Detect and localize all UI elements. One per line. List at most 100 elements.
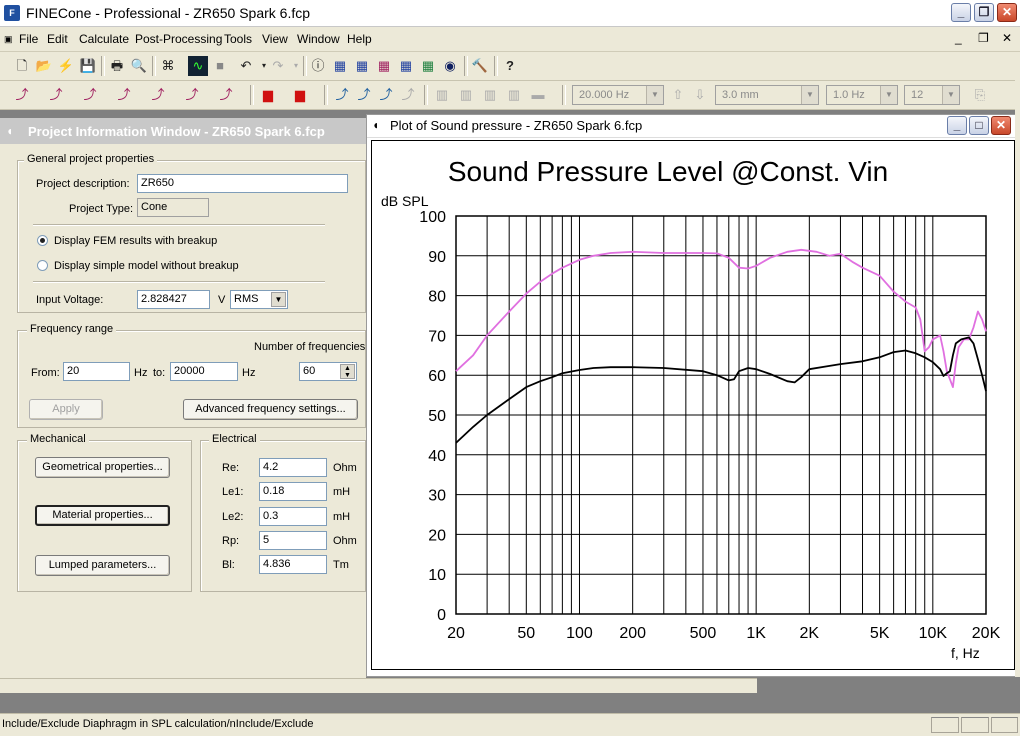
curve-tool-icon[interactable]: ⤴ bbox=[114, 85, 134, 105]
graph-icon[interactable]: ⤴ bbox=[376, 85, 396, 105]
input-voltage-field[interactable]: 2.828427 bbox=[137, 290, 210, 309]
curve-tool-icon[interactable]: ⤴ bbox=[182, 85, 202, 105]
menu-calculate[interactable]: Calculate bbox=[79, 32, 129, 46]
bl-field[interactable]: 4.836 bbox=[259, 555, 327, 574]
project-description-field[interactable]: ZR650 bbox=[137, 174, 348, 193]
curve-tool-icon[interactable]: ⤴ bbox=[216, 85, 236, 105]
zoom-tool-icon[interactable]: ▥ bbox=[480, 85, 500, 105]
rp-field[interactable]: 5 bbox=[259, 531, 327, 550]
bl-unit: Tm bbox=[333, 559, 349, 571]
curve-tool-icon[interactable]: ⤴ bbox=[12, 85, 32, 105]
x-axis-label: f, Hz bbox=[951, 645, 980, 661]
export-icon[interactable]: ⎘ bbox=[970, 85, 990, 105]
radio-simple-model[interactable] bbox=[37, 260, 48, 271]
plot-phase-icon[interactable]: ▦ bbox=[374, 56, 394, 76]
save-icon[interactable]: 💾 bbox=[78, 56, 98, 76]
mesh-icon[interactable]: ⌘ bbox=[158, 56, 178, 76]
chart-title: Sound Pressure Level @Const. Vin bbox=[448, 156, 888, 187]
menu-file[interactable]: File bbox=[19, 32, 38, 46]
to-unit-label: Hz bbox=[242, 367, 256, 379]
plot-directivity-icon[interactable]: ▦ bbox=[396, 56, 416, 76]
hammer-icon[interactable]: 🔨 bbox=[470, 56, 490, 76]
from-unit-label: Hz bbox=[134, 367, 148, 379]
count-combo[interactable]: 12 ▼ bbox=[904, 85, 960, 105]
size-combo[interactable]: 3.0 mm ▼ bbox=[715, 85, 819, 105]
frequency-range-legend: Frequency range bbox=[27, 323, 117, 335]
doc-restore-icon[interactable]: ❐ bbox=[978, 31, 989, 45]
input-voltage-label: Input Voltage: bbox=[36, 294, 104, 306]
color-fill-icon[interactable]: ▆ bbox=[258, 85, 278, 105]
redo-icon[interactable]: ↷ bbox=[268, 56, 288, 76]
spin-arrows-icon[interactable]: ▲ ▼ bbox=[340, 364, 355, 379]
to-field[interactable]: 20000 bbox=[170, 362, 238, 381]
le2-field[interactable]: 0.3 bbox=[259, 507, 327, 526]
menu-help[interactable]: Help bbox=[347, 32, 372, 46]
plot-minimize-icon[interactable]: _ bbox=[947, 116, 967, 135]
menu-edit[interactable]: Edit bbox=[47, 32, 68, 46]
zoom-tool-icon[interactable]: ▥ bbox=[504, 85, 524, 105]
restore-icon[interactable]: ❐ bbox=[974, 3, 994, 22]
menu-view[interactable]: View bbox=[262, 32, 288, 46]
plot-close-icon[interactable]: ✕ bbox=[991, 116, 1011, 135]
mdi-system-icon[interactable]: ▣ bbox=[4, 34, 13, 45]
le1-field[interactable]: 0.18 bbox=[259, 482, 327, 501]
plot-impedance-icon[interactable]: ▦ bbox=[352, 56, 372, 76]
apply-button[interactable]: Apply bbox=[29, 399, 103, 420]
zoom-tool-icon[interactable]: ▥ bbox=[456, 85, 476, 105]
geometrical-properties-button[interactable]: Geometrical properties... bbox=[35, 457, 170, 478]
print-icon[interactable]: 🖶 bbox=[107, 56, 127, 76]
stop-icon[interactable]: ■ bbox=[210, 56, 230, 76]
help-icon[interactable]: ? bbox=[500, 56, 520, 76]
status-bar: Include/Exclude Diaphragm in SPL calcula… bbox=[0, 713, 1020, 736]
status-pane bbox=[991, 717, 1018, 733]
voltage-type-select[interactable]: RMS ▼ bbox=[230, 290, 288, 309]
zoom-tool-icon[interactable]: ▥ bbox=[432, 85, 452, 105]
advanced-frequency-button[interactable]: Advanced frequency settings... bbox=[183, 399, 358, 420]
undo-icon[interactable]: ↶ bbox=[236, 56, 256, 76]
re-field[interactable]: 4.2 bbox=[259, 458, 327, 477]
plot-spl-icon[interactable]: ▦ bbox=[330, 56, 350, 76]
close-icon[interactable]: ✕ bbox=[997, 3, 1017, 22]
color-line-icon[interactable]: ▆ bbox=[290, 85, 310, 105]
frequency-count-stepper[interactable]: 60 ▲ ▼ bbox=[299, 362, 357, 381]
wand-icon[interactable]: ⚡ bbox=[56, 56, 76, 76]
radio-fem-results[interactable] bbox=[37, 235, 48, 246]
status-text: Include/Exclude Diaphragm in SPL calcula… bbox=[2, 718, 314, 730]
curve-tool-icon[interactable]: ⤴ bbox=[80, 85, 100, 105]
doc-minimize-icon[interactable]: _ bbox=[955, 31, 962, 45]
doc-close-icon[interactable]: ✕ bbox=[1002, 31, 1012, 45]
step-combo[interactable]: 1.0 Hz ▼ bbox=[826, 85, 898, 105]
radio-simple-label[interactable]: Display simple model without breakup bbox=[54, 260, 239, 272]
new-file-icon[interactable]: 🗋 bbox=[12, 56, 32, 76]
chart-grid bbox=[455, 215, 987, 615]
lumped-parameters-button[interactable]: Lumped parameters... bbox=[35, 555, 170, 576]
menu-post-processing[interactable]: Post-Processing bbox=[135, 32, 222, 46]
x-tick-label: 1K bbox=[746, 625, 766, 642]
graph-icon[interactable]: ⤴ bbox=[354, 85, 374, 105]
curve-tool-icon[interactable]: ⤴ bbox=[148, 85, 168, 105]
arrow-down-icon[interactable]: ⇩ bbox=[690, 85, 710, 105]
minimize-icon[interactable]: _ bbox=[951, 3, 971, 22]
radio-fem-label[interactable]: Display FEM results with breakup bbox=[54, 235, 217, 247]
zoom-tool-icon[interactable]: ▬ bbox=[528, 85, 548, 105]
info-icon[interactable]: ⓘ bbox=[308, 56, 328, 76]
plot-excursion-icon[interactable]: ▦ bbox=[418, 56, 438, 76]
graph-icon[interactable]: ⤴ bbox=[332, 85, 352, 105]
from-field[interactable]: 20 bbox=[63, 362, 130, 381]
arrow-up-icon[interactable]: ⇧ bbox=[668, 85, 688, 105]
plot-maximize-icon[interactable]: □ bbox=[969, 116, 989, 135]
scope-icon[interactable]: ∿ bbox=[188, 56, 208, 76]
frequency-combo[interactable]: 20.000 Hz ▼ bbox=[572, 85, 664, 105]
curve-tool-icon[interactable]: ⤴ bbox=[46, 85, 66, 105]
material-properties-button[interactable]: Material properties... bbox=[35, 505, 170, 526]
project-type-field: Cone bbox=[137, 198, 209, 217]
graph-icon[interactable]: ⤴ bbox=[398, 85, 418, 105]
print-preview-icon[interactable]: 🔍 bbox=[129, 56, 149, 76]
menu-tools[interactable]: Tools bbox=[224, 32, 252, 46]
open-folder-icon[interactable]: 📂 bbox=[34, 56, 54, 76]
mechanical-legend: Mechanical bbox=[27, 433, 89, 445]
menu-window[interactable]: Window bbox=[297, 32, 340, 46]
horizontal-scrollbar[interactable] bbox=[0, 678, 757, 693]
x-tick-label: 20 bbox=[447, 625, 465, 642]
animation-icon[interactable]: ◉ bbox=[440, 56, 460, 76]
